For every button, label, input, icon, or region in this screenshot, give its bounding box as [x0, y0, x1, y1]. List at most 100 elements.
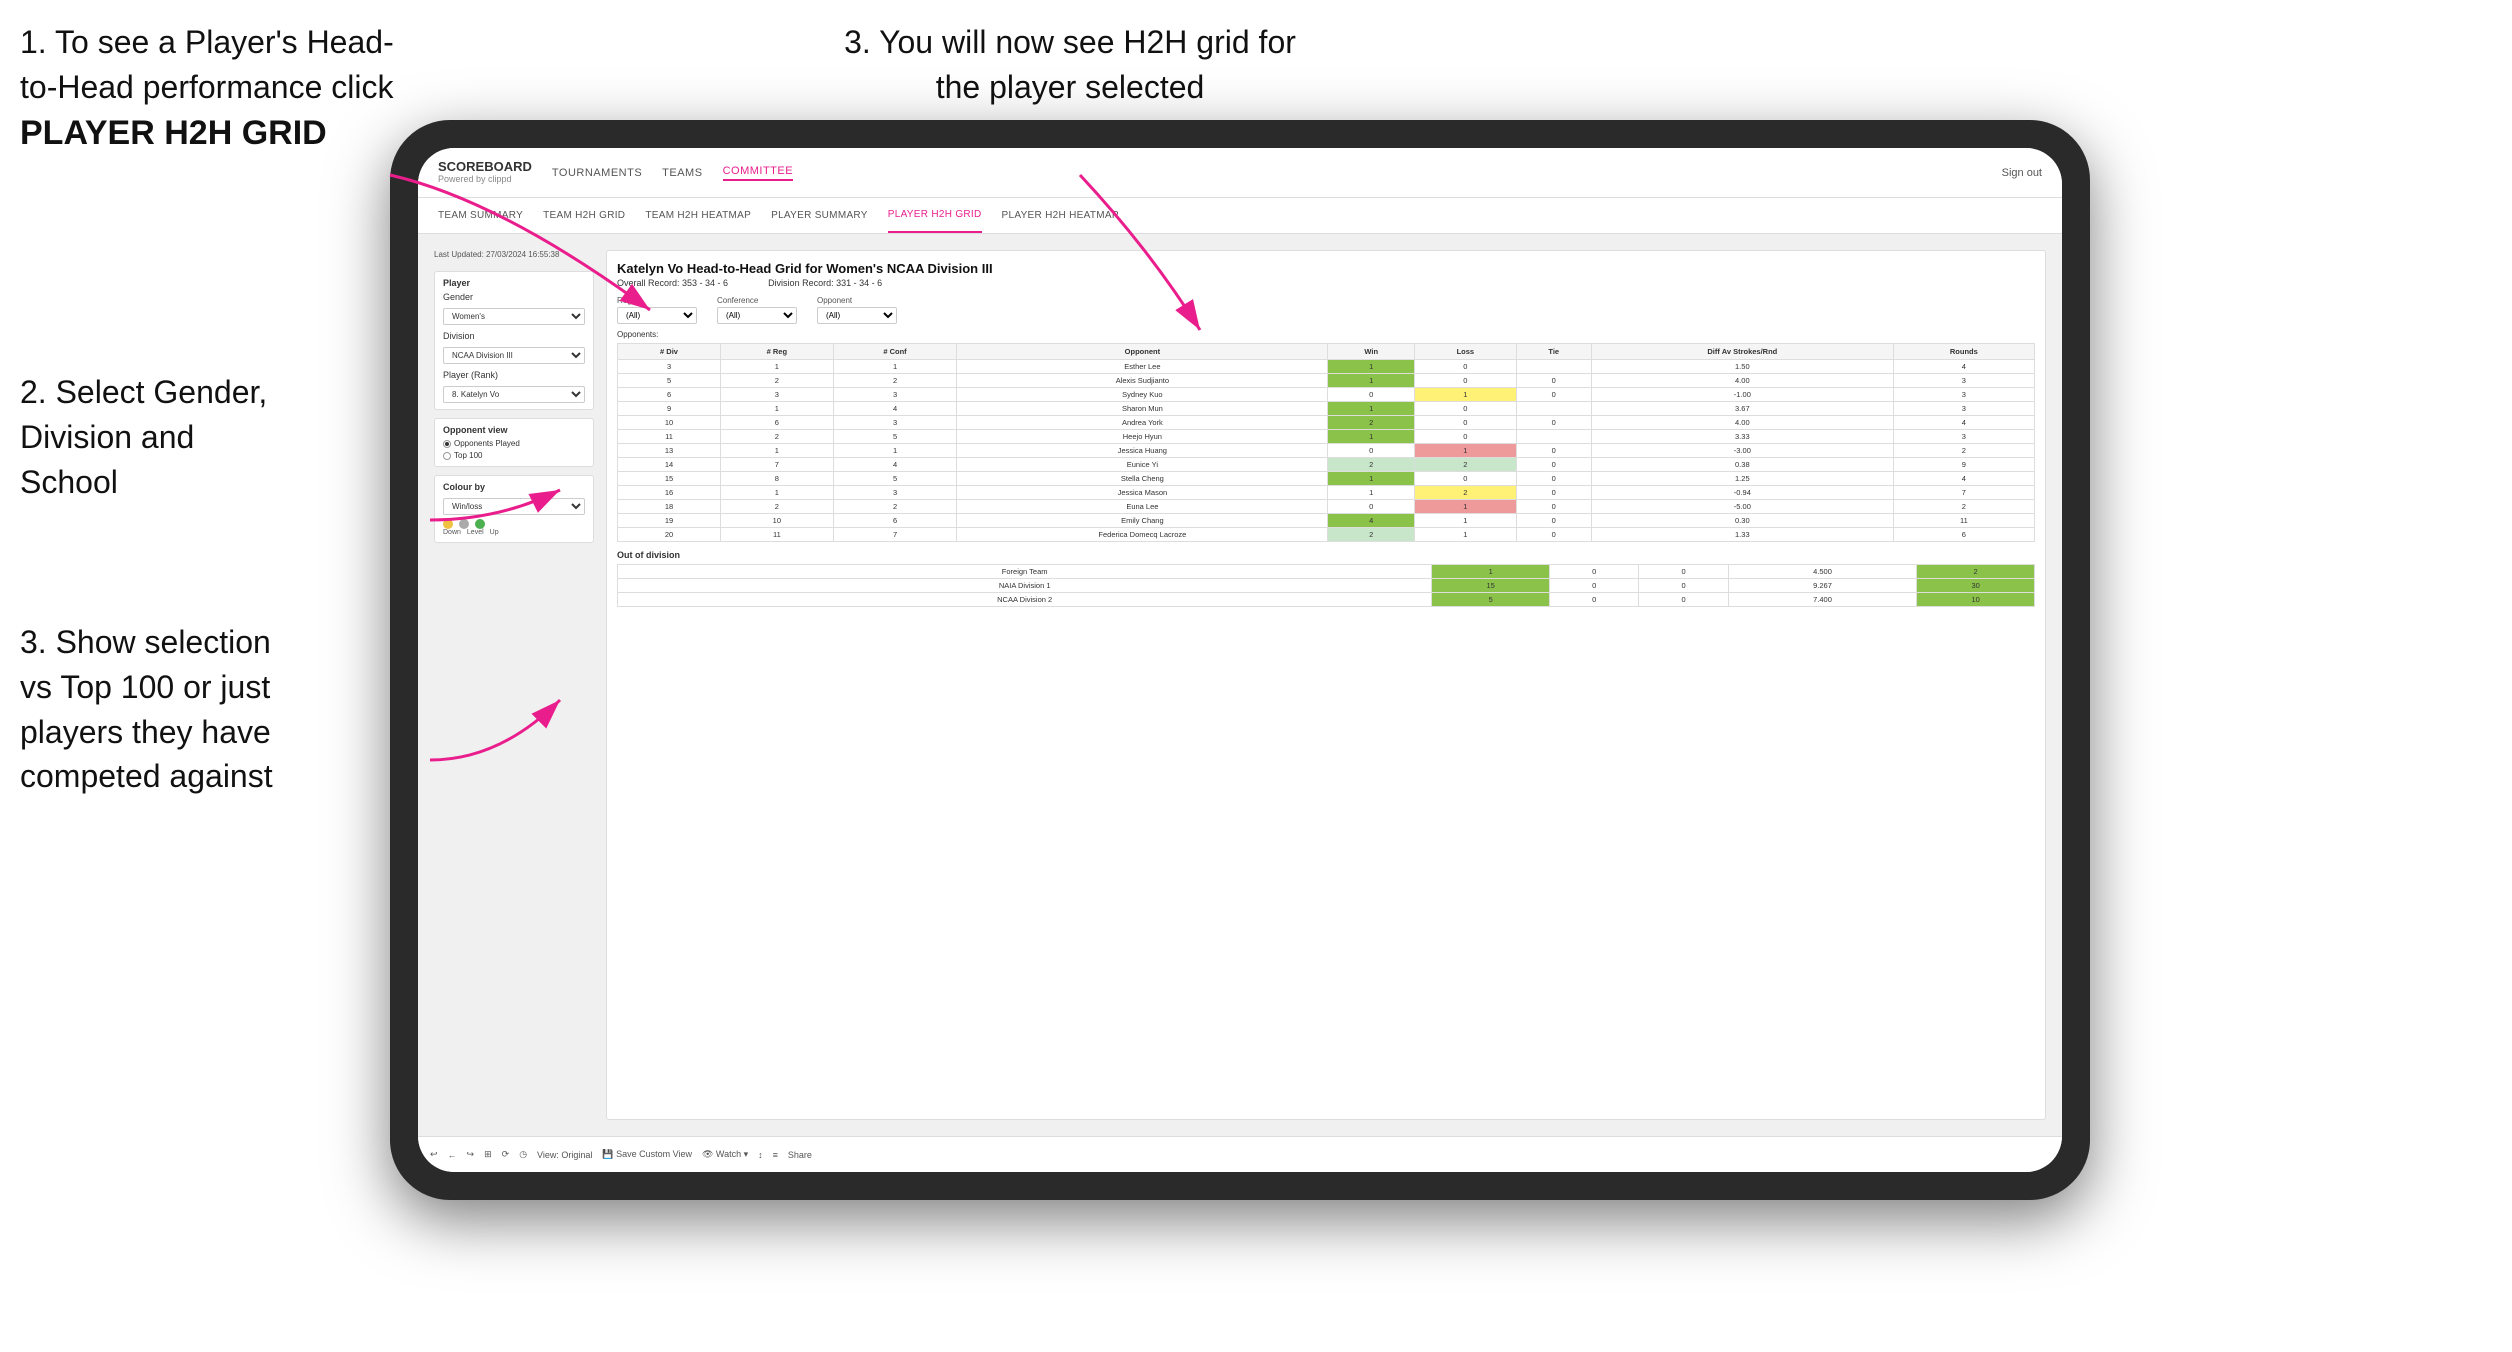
colour-by-section: Colour by Win/loss Down Level Up [434, 475, 594, 543]
cell-tie: 0 [1516, 528, 1591, 542]
colour-by-select[interactable]: Win/loss [443, 498, 585, 515]
division-record: Division Record: 331 - 34 - 6 [768, 278, 882, 288]
cell-win: 2 [1328, 528, 1415, 542]
cell-diff: 3.33 [1591, 430, 1893, 444]
ood-tie: 0 [1639, 593, 1728, 607]
cell-conf: 3 [833, 486, 957, 500]
conference-select[interactable]: (All) [717, 307, 797, 324]
table-row: 20 11 7 Federica Domecq Lacroze 2 1 0 1.… [618, 528, 2035, 542]
legend-labels: Down Level Up [443, 529, 585, 536]
table-row: 19 10 6 Emily Chang 4 1 0 0.30 11 [618, 514, 2035, 528]
toolbar-undo[interactable]: ↩ [430, 1149, 438, 1160]
cell-opponent: Federica Domecq Lacroze [957, 528, 1328, 542]
cell-opponent: Jessica Mason [957, 486, 1328, 500]
player-section: Player Gender Women's Division NCAA Divi… [434, 271, 594, 410]
cell-loss: 2 [1415, 486, 1516, 500]
cell-diff: 4.00 [1591, 416, 1893, 430]
nav-teams[interactable]: TEAMS [662, 167, 702, 179]
nav-tournaments[interactable]: TOURNAMENTS [552, 167, 642, 179]
cell-opponent: Eunice Yi [957, 458, 1328, 472]
cell-conf: 7 [833, 528, 957, 542]
cell-div: 6 [618, 388, 721, 402]
sub-nav-player-h2h-heatmap[interactable]: PLAYER H2H HEATMAP [1002, 198, 1119, 233]
cell-opponent: Sharon Mun [957, 402, 1328, 416]
cell-opponent: Alexis Sudjianto [957, 374, 1328, 388]
toolbar-refresh[interactable]: ⟳ [502, 1149, 510, 1160]
panel-title: Katelyn Vo Head-to-Head Grid for Women's… [617, 261, 2035, 276]
radio-opponents[interactable]: Opponents Played [443, 439, 585, 448]
panel-subtitle: Overall Record: 353 - 34 - 6 Division Re… [617, 278, 2035, 288]
cell-div: 9 [618, 402, 721, 416]
th-opponent: Opponent [957, 344, 1328, 360]
cell-diff: 1.50 [1591, 360, 1893, 374]
opponent-filter: Opponent (All) [817, 296, 897, 324]
toolbar-share[interactable]: Share [788, 1150, 812, 1160]
toolbar-view-original[interactable]: View: Original [537, 1150, 592, 1160]
cell-win: 4 [1328, 514, 1415, 528]
toolbar-layout[interactable]: ↕ [758, 1150, 763, 1160]
division-select[interactable]: NCAA Division III [443, 347, 585, 364]
cell-div: 20 [618, 528, 721, 542]
radio-opponents-dot [443, 440, 451, 448]
table-row: 18 2 2 Euna Lee 0 1 0 -5.00 2 [618, 500, 2035, 514]
cell-reg: 6 [721, 416, 834, 430]
cell-tie: 0 [1516, 514, 1591, 528]
cell-div: 14 [618, 458, 721, 472]
nav-bar: SCOREBOARD Powered by clippd TOURNAMENTS… [418, 148, 2062, 198]
cell-tie [1516, 402, 1591, 416]
toolbar-time[interactable]: ◷ [519, 1149, 527, 1160]
ood-tie: 0 [1639, 565, 1728, 579]
sub-nav-team-h2h-grid[interactable]: TEAM H2H GRID [543, 198, 625, 233]
nav-committee[interactable]: COMMITTEE [723, 165, 794, 181]
logo-sub: Powered by clippd [438, 175, 532, 185]
th-reg: # Reg [721, 344, 834, 360]
toolbar-redo[interactable]: ↪ [467, 1149, 475, 1160]
sub-nav-player-summary[interactable]: PLAYER SUMMARY [771, 198, 868, 233]
instr-mid3: School [20, 464, 118, 500]
region-select[interactable]: (All) [617, 307, 697, 324]
cell-win: 1 [1328, 486, 1415, 500]
cell-div: 15 [618, 472, 721, 486]
cell-opponent: Euna Lee [957, 500, 1328, 514]
sub-nav-player-h2h-grid[interactable]: PLAYER H2H GRID [888, 198, 982, 233]
cell-conf: 1 [833, 360, 957, 374]
radio-top100[interactable]: Top 100 [443, 451, 585, 460]
instr-line2: to-Head performance click [20, 69, 393, 105]
table-row: 14 7 4 Eunice Yi 2 2 0 0.38 9 [618, 458, 2035, 472]
main-content: Last Updated: 27/03/2024 16:55:38 Player… [418, 234, 2062, 1136]
table-row: 5 2 2 Alexis Sudjianto 1 0 0 4.00 3 [618, 374, 2035, 388]
player-rank-select[interactable]: 8. Katelyn Vo [443, 386, 585, 403]
ood-diff: 7.400 [1728, 593, 1917, 607]
nav-sign-out[interactable]: Sign out [2002, 167, 2042, 179]
sub-nav-team-summary[interactable]: TEAM SUMMARY [438, 198, 523, 233]
opponent-select[interactable]: (All) [817, 307, 897, 324]
opponents-text: Opponents: [617, 330, 658, 339]
region-filter: Region (All) [617, 296, 697, 324]
toolbar-watch[interactable]: 👁 Watch ▾ [702, 1149, 748, 1160]
sub-nav-team-h2h-heatmap[interactable]: TEAM H2H HEATMAP [645, 198, 751, 233]
cell-diff: 0.30 [1591, 514, 1893, 528]
cell-diff: -1.00 [1591, 388, 1893, 402]
colour-by-label: Colour by [443, 482, 585, 492]
cell-div: 3 [618, 360, 721, 374]
toolbar-save-custom[interactable]: 💾 Save Custom View [602, 1149, 692, 1160]
cell-reg: 1 [721, 486, 834, 500]
cell-loss: 0 [1415, 402, 1516, 416]
gender-select[interactable]: Women's [443, 308, 585, 325]
cell-opponent: Emily Chang [957, 514, 1328, 528]
toolbar-grid[interactable]: ⊞ [484, 1149, 492, 1160]
sidebar: Last Updated: 27/03/2024 16:55:38 Player… [434, 250, 594, 1120]
logo-text: SCOREBOARD [438, 160, 532, 174]
toolbar-back[interactable]: ← [448, 1150, 457, 1160]
th-tie: Tie [1516, 344, 1591, 360]
th-rounds: Rounds [1893, 344, 2034, 360]
cell-rounds: 7 [1893, 486, 2034, 500]
instr-bot4: competed against [20, 758, 273, 794]
filters-row: Region (All) Conference (All) Opponent [617, 296, 2035, 324]
toolbar-menu[interactable]: ≡ [773, 1150, 778, 1160]
ood-rounds: 2 [1917, 565, 2035, 579]
cell-opponent: Jessica Huang [957, 444, 1328, 458]
cell-rounds: 6 [1893, 528, 2034, 542]
instr-mid2: Division and [20, 419, 194, 455]
table-row: 10 6 3 Andrea York 2 0 0 4.00 4 [618, 416, 2035, 430]
